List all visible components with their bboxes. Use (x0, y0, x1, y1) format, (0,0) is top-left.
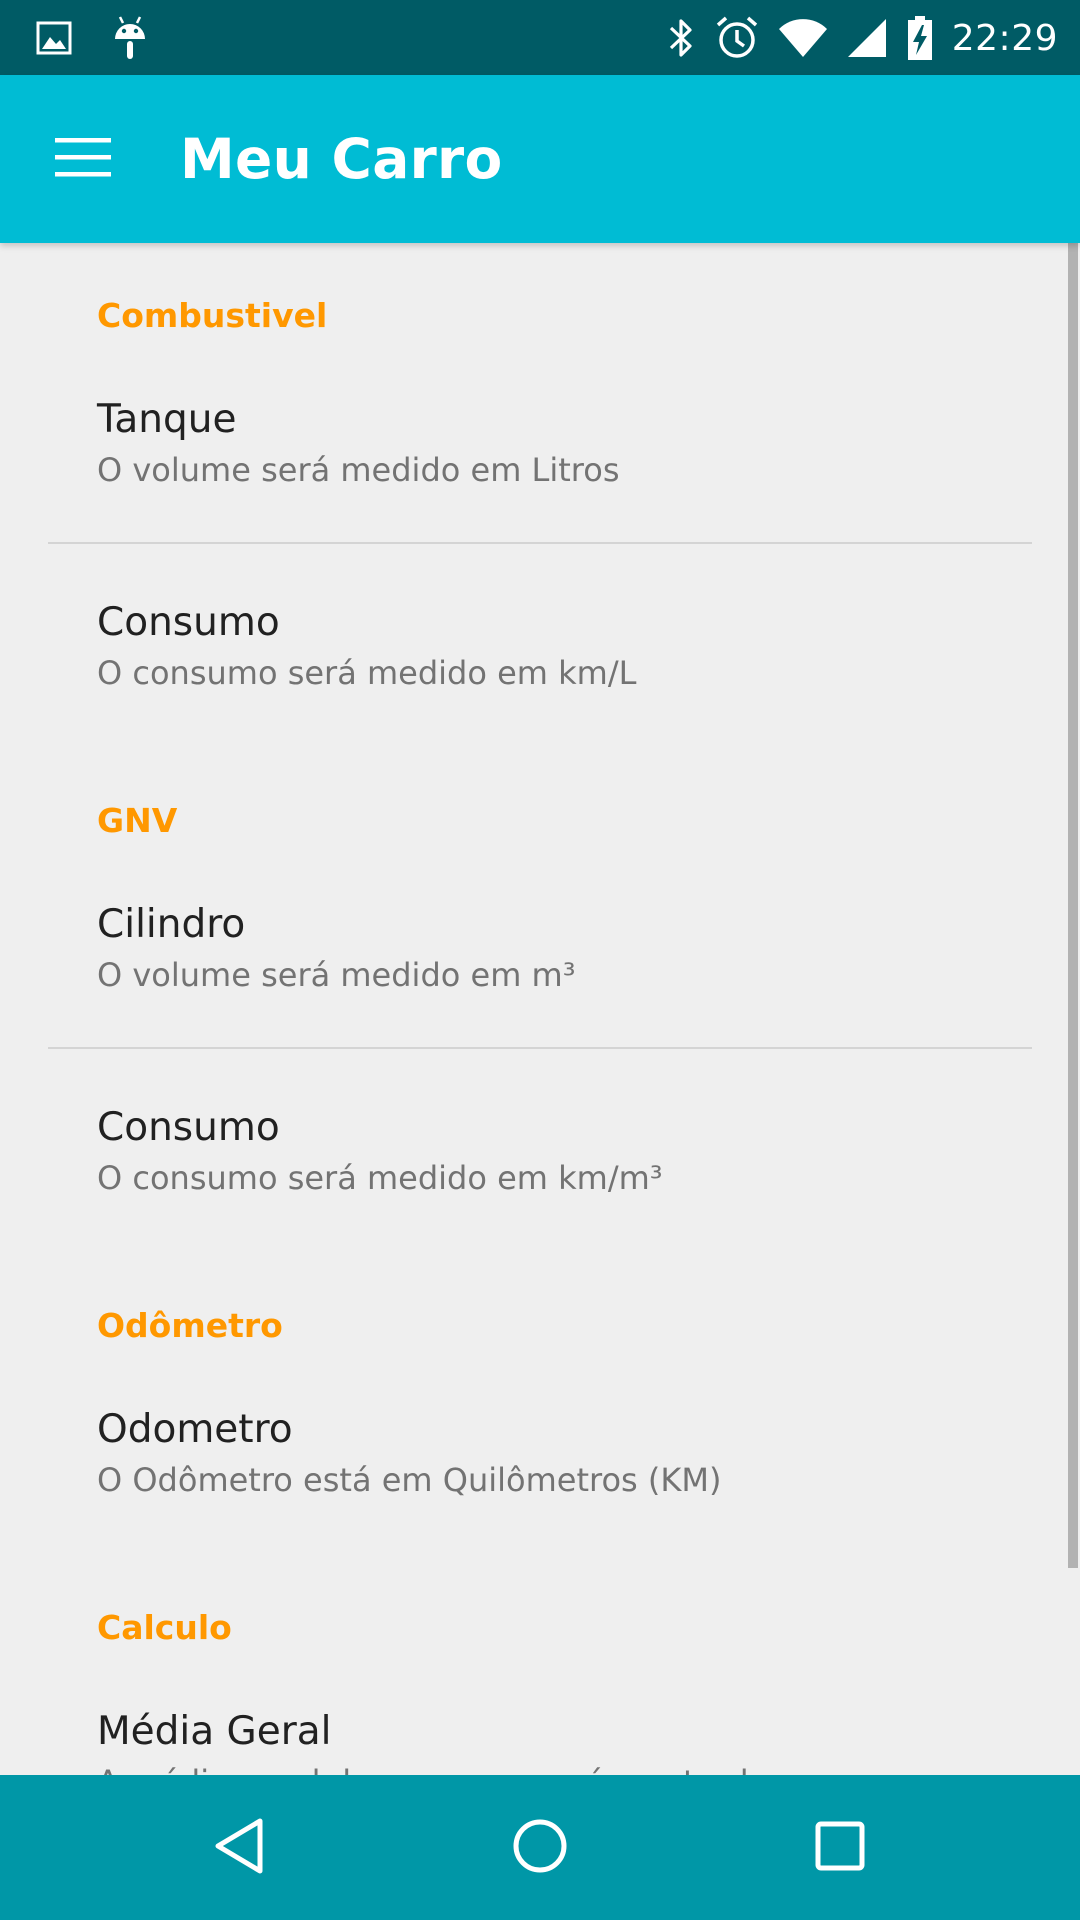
pref-tanque[interactable]: Tanque O volume será medido em Litros (0, 397, 1060, 597)
preferences-list[interactable]: Combustivel Tanque O volume será medido … (0, 243, 1080, 1775)
pref-title: Tanque (97, 397, 237, 442)
hamburger-menu-icon (55, 137, 111, 181)
pref-title: Consumo (97, 600, 280, 645)
pref-title: Cilindro (97, 902, 246, 947)
cell-signal-icon (846, 17, 888, 59)
recents-button[interactable] (770, 1775, 910, 1920)
bluetooth-icon (666, 15, 696, 61)
pref-cilindro[interactable]: Cilindro O volume será medido em m³ (0, 902, 1060, 1102)
category-calculo: Calculo (97, 1608, 232, 1647)
pref-summary: O consumo será medido em km/m³ (97, 1159, 663, 1197)
pref-title: Média Geral (97, 1709, 332, 1754)
pref-summary: O consumo será medido em km/L (97, 654, 637, 692)
recents-icon (812, 1818, 868, 1878)
home-button[interactable] (470, 1775, 610, 1920)
home-icon (510, 1816, 570, 1880)
pref-summary: O volume será medido em m³ (97, 956, 576, 994)
back-icon (210, 1816, 270, 1880)
pref-title: Consumo (97, 1105, 280, 1150)
status-time: 22:29 (951, 17, 1058, 59)
app-title: Meu Carro (180, 127, 503, 191)
image-icon (36, 21, 72, 55)
back-button[interactable] (170, 1775, 310, 1920)
pref-summary: A média geral de consumo será mostrada (97, 1763, 768, 1775)
status-right-icons: 22:29 (666, 12, 1058, 64)
category-odometro: Odômetro (97, 1306, 283, 1345)
divider (48, 1047, 1032, 1049)
pref-consumo-gnv[interactable]: Consumo O consumo será medido em km/m³ (0, 1105, 1060, 1305)
status-left-icons (36, 16, 148, 60)
pref-consumo-combustivel[interactable]: Consumo O consumo será medido em km/L (0, 600, 1060, 800)
scrollbar[interactable] (1068, 243, 1078, 1568)
pref-summary: O Odômetro está em Quilômetros (KM) (97, 1461, 722, 1499)
battery-charging-icon (906, 15, 934, 61)
pref-odometro[interactable]: Odometro O Odômetro está em Quilômetros … (0, 1407, 1060, 1607)
app-bar: Meu Carro (0, 75, 1080, 243)
android-icon (112, 15, 148, 61)
pref-media-geral[interactable]: Média Geral A média geral de consumo ser… (0, 1709, 1060, 1775)
pref-summary: O volume será medido em Litros (97, 451, 620, 489)
category-gnv: GNV (97, 801, 178, 840)
status-bar: 22:29 (0, 0, 1080, 75)
wifi-icon (778, 17, 828, 59)
menu-button[interactable] (38, 119, 128, 199)
alarm-icon (714, 15, 760, 61)
divider (48, 542, 1032, 544)
pref-title: Odometro (97, 1407, 293, 1452)
category-combustivel: Combustivel (97, 296, 328, 335)
navigation-bar (0, 1775, 1080, 1920)
